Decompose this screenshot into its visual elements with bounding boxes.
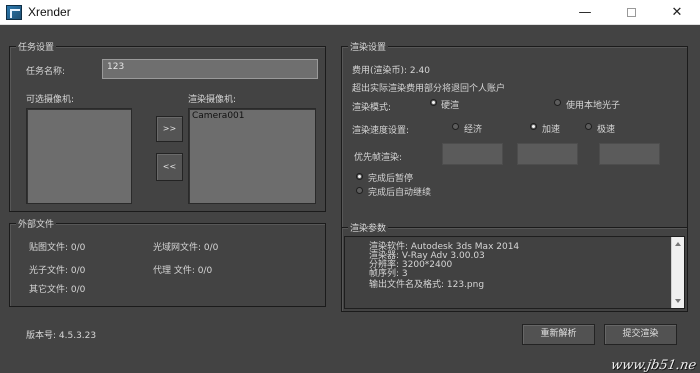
scroll-down-icon[interactable] bbox=[675, 299, 681, 303]
other-files-count: 其它文件: 0/0 bbox=[29, 285, 86, 295]
task-name-label: 任务名称: bbox=[26, 67, 66, 77]
site-watermark: www.jb51.ne bbox=[609, 358, 698, 373]
auto-continue-radio[interactable] bbox=[356, 187, 363, 194]
param-output: 输出文件名及格式: 123.png bbox=[369, 280, 485, 290]
remove-camera-button[interactable]: << bbox=[156, 153, 183, 181]
priority-frame-label: 优先帧渲染: bbox=[354, 153, 403, 163]
external-files-group: 外部文件 贴图文件: 0/0 光域网文件: 0/0 光子文件: 0/0 代理 文… bbox=[9, 217, 326, 307]
render-mode-label: 渲染模式: bbox=[352, 103, 392, 113]
speed-max-radio[interactable] bbox=[585, 123, 592, 130]
ies-files-count: 光域网文件: 0/0 bbox=[153, 243, 219, 253]
task-settings-group: 任务设置 任务名称: 123 可选摄像机: 渲染摄像机: >> << Camer… bbox=[9, 40, 326, 212]
mode-hard-label[interactable]: 硬渲 bbox=[441, 98, 459, 111]
refund-notice: 超出实际渲染费用部分将退回个人账户 bbox=[352, 84, 506, 94]
render-cameras-label: 渲染摄像机: bbox=[188, 95, 237, 105]
available-cameras-list[interactable] bbox=[26, 108, 132, 204]
auto-continue-label[interactable]: 完成后自动继续 bbox=[368, 185, 431, 198]
proxy-files-count: 代理 文件: 0/0 bbox=[153, 266, 213, 276]
speed-accelerate-radio[interactable] bbox=[530, 123, 537, 130]
render-settings-group: 渲染设置 费用(渲染币): 2.40 超出实际渲染费用部分将退回个人账户 渲染模… bbox=[341, 40, 688, 229]
mode-hard-radio[interactable] bbox=[430, 99, 437, 106]
task-settings-title: 任务设置 bbox=[16, 40, 57, 53]
app-logo-icon bbox=[6, 5, 22, 20]
speed-max-label[interactable]: 极速 bbox=[597, 122, 615, 135]
render-camera-item[interactable]: Camera001 bbox=[192, 111, 312, 121]
speed-accelerate-label[interactable]: 加速 bbox=[542, 122, 560, 135]
maximize-icon bbox=[626, 8, 636, 17]
main-client-area: 任务设置 任务名称: 123 可选摄像机: 渲染摄像机: >> << Camer… bbox=[0, 25, 700, 373]
priority-frame-field-2[interactable] bbox=[517, 143, 578, 165]
render-params-textbox[interactable]: 渲染软件: Autodesk 3ds Max 2014 渲染器: V-Ray A… bbox=[344, 236, 685, 309]
render-cameras-list[interactable]: Camera001 bbox=[188, 108, 316, 204]
texture-files-count: 贴图文件: 0/0 bbox=[29, 243, 86, 253]
version-label: 版本号: 4.5.3.23 bbox=[26, 331, 97, 341]
speed-economy-label[interactable]: 经济 bbox=[464, 122, 482, 135]
close-button[interactable]: ✕ bbox=[654, 0, 700, 25]
title-bar: Xrender — ✕ bbox=[0, 0, 700, 25]
pause-after-label[interactable]: 完成后暂停 bbox=[368, 171, 413, 184]
task-name-input[interactable]: 123 bbox=[102, 59, 318, 79]
priority-frame-field-1[interactable] bbox=[442, 143, 503, 165]
render-params-title: 渲染参数 bbox=[348, 221, 389, 234]
external-files-title: 外部文件 bbox=[16, 217, 57, 230]
minimize-button[interactable]: — bbox=[562, 0, 608, 25]
mode-local-photon-label[interactable]: 使用本地光子 bbox=[566, 98, 620, 111]
mode-local-photon-radio[interactable] bbox=[554, 99, 561, 106]
params-scrollbar[interactable] bbox=[671, 237, 684, 308]
priority-frame-field-3[interactable] bbox=[599, 143, 660, 165]
photon-files-count: 光子文件: 0/0 bbox=[29, 266, 86, 276]
render-speed-label: 渲染速度设置: bbox=[352, 126, 410, 136]
render-params-group: 渲染参数 渲染软件: Autodesk 3ds Max 2014 渲染器: V-… bbox=[341, 221, 688, 312]
window-title: Xrender bbox=[28, 5, 71, 19]
add-camera-button[interactable]: >> bbox=[156, 116, 183, 142]
scroll-up-icon[interactable] bbox=[675, 242, 681, 246]
maximize-button[interactable] bbox=[608, 0, 654, 25]
render-settings-title: 渲染设置 bbox=[348, 40, 389, 53]
available-cameras-label: 可选摄像机: bbox=[26, 95, 75, 105]
render-cost: 费用(渲染币): 2.40 bbox=[352, 66, 430, 76]
submit-render-button[interactable]: 提交渲染 bbox=[604, 324, 677, 345]
speed-economy-radio[interactable] bbox=[452, 123, 459, 130]
pause-after-radio[interactable] bbox=[356, 173, 363, 180]
reparse-button[interactable]: 重新解析 bbox=[522, 324, 595, 345]
